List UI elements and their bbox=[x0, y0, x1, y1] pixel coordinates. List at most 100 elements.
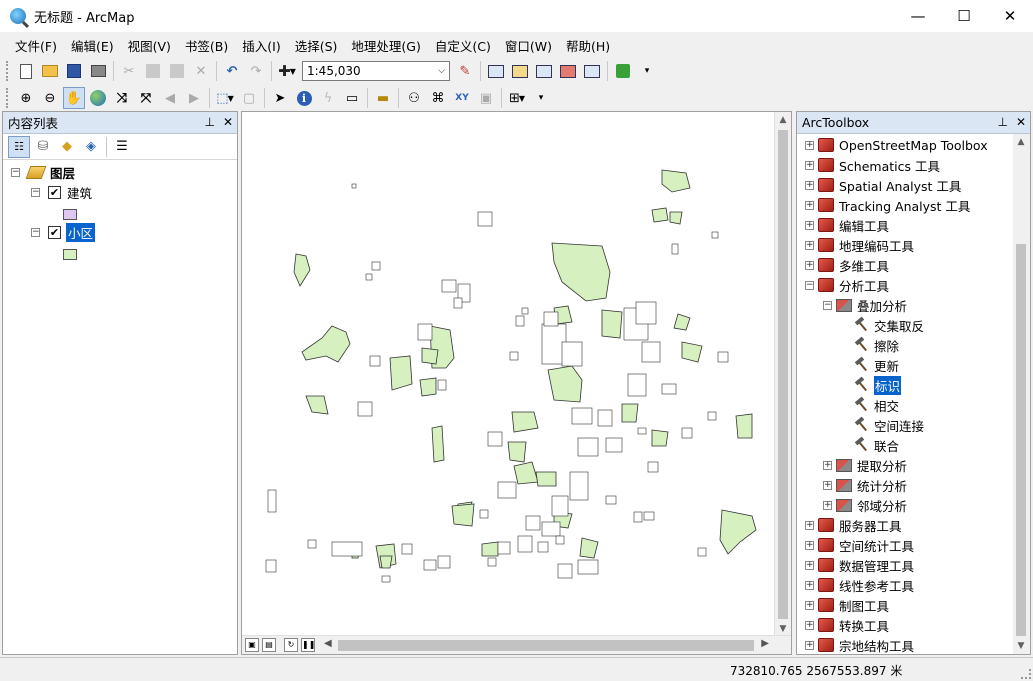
toc-options-button[interactable]: ☰ bbox=[111, 136, 133, 158]
find-button[interactable]: ⚇ bbox=[403, 87, 425, 109]
select-features-button[interactable]: ⬚ ▼ bbox=[214, 87, 236, 109]
catalog-window-button[interactable] bbox=[509, 60, 531, 82]
search-window-button[interactable] bbox=[533, 60, 555, 82]
menu-windows[interactable]: 窗口(W) bbox=[498, 36, 559, 55]
toolbox-tree-item[interactable]: + 宗地结构工具 bbox=[805, 635, 914, 654]
hyperlink-button[interactable]: ϟ bbox=[317, 87, 339, 109]
vertical-scroll-thumb[interactable] bbox=[778, 130, 788, 619]
menu-view[interactable]: 视图(V) bbox=[121, 36, 178, 55]
fixed-zoom-in-button[interactable]: ⤨ bbox=[111, 87, 133, 109]
collapse-icon[interactable]: − bbox=[31, 187, 40, 197]
expand-icon[interactable]: + bbox=[805, 160, 814, 170]
print-button[interactable] bbox=[87, 60, 109, 82]
clear-selection-button[interactable]: ▢ bbox=[238, 87, 260, 109]
scroll-up-arrow-icon[interactable]: ▲ bbox=[775, 115, 791, 125]
new-document-button[interactable] bbox=[15, 60, 37, 82]
scroll-down-arrow-icon[interactable]: ▼ bbox=[1013, 641, 1029, 651]
toolbox-tree-item[interactable]: + 数据管理工具 bbox=[805, 555, 914, 575]
expand-icon[interactable]: + bbox=[823, 480, 832, 490]
menu-selection[interactable]: 选择(S) bbox=[288, 36, 345, 55]
delete-button[interactable]: ✕ bbox=[190, 60, 212, 82]
collapse-icon[interactable]: − bbox=[805, 280, 814, 290]
toolbox-tree-item[interactable]: + 编辑工具 bbox=[805, 215, 889, 235]
expand-icon[interactable]: + bbox=[805, 180, 814, 190]
python-window-button[interactable] bbox=[581, 60, 603, 82]
resize-grip-icon[interactable] bbox=[1021, 669, 1031, 679]
expand-icon[interactable]: + bbox=[823, 500, 832, 510]
identify-button[interactable]: i bbox=[293, 87, 315, 109]
menu-customize[interactable]: 自定义(C) bbox=[428, 36, 498, 55]
map-scale-combobox[interactable]: 1:45,030 ⌵ bbox=[302, 61, 450, 81]
district-symbol-swatch[interactable] bbox=[63, 248, 77, 260]
building-symbol-swatch[interactable] bbox=[63, 208, 77, 220]
full-extent-button[interactable] bbox=[87, 87, 109, 109]
scroll-left-arrow-icon[interactable]: ◀ bbox=[324, 638, 332, 649]
expand-icon[interactable]: + bbox=[805, 620, 814, 630]
fixed-zoom-out-button[interactable]: ⤧ bbox=[135, 87, 157, 109]
zoom-out-button[interactable]: ⊖ bbox=[39, 87, 61, 109]
close-button[interactable]: ✕ bbox=[987, 0, 1033, 32]
toolbar-grip[interactable] bbox=[6, 88, 10, 108]
layers-root-row[interactable]: − 图层 bbox=[11, 163, 75, 181]
list-by-drawing-order-button[interactable]: ☷ bbox=[8, 135, 30, 158]
toolbox-tree-item[interactable]: + 地理编码工具 bbox=[805, 235, 914, 255]
toolbox-tree-item[interactable]: + 服务器工具 bbox=[805, 515, 902, 535]
toolbar-options-button[interactable]: ▾ bbox=[636, 60, 658, 82]
expand-icon[interactable]: + bbox=[805, 560, 814, 570]
list-by-visibility-button[interactable]: ◆ bbox=[56, 136, 78, 158]
pan-button[interactable]: ✋ bbox=[63, 87, 85, 109]
toolbox-tree-item[interactable]: 标识 bbox=[843, 375, 902, 395]
collapse-icon[interactable]: − bbox=[11, 167, 20, 177]
toolbox-tree-item[interactable]: 擦除 bbox=[843, 335, 899, 355]
list-by-selection-button[interactable]: ◈ bbox=[80, 136, 102, 158]
toolbox-tree-item[interactable]: + 空间统计工具 bbox=[805, 535, 914, 555]
toolbox-tree-item[interactable]: 空间连接 bbox=[843, 415, 924, 435]
menu-geoprocessing[interactable]: 地理处理(G) bbox=[344, 36, 427, 55]
menu-help[interactable]: 帮助(H) bbox=[559, 36, 617, 55]
layer-row-building[interactable]: − ✔ 建筑 bbox=[31, 183, 92, 201]
expand-icon[interactable]: + bbox=[805, 520, 814, 530]
copy-button[interactable] bbox=[142, 60, 164, 82]
arctoolbox-close-icon[interactable]: ✕ bbox=[1016, 115, 1026, 129]
map-canvas[interactable] bbox=[242, 112, 774, 636]
table-of-contents-window-button[interactable] bbox=[485, 60, 507, 82]
modelbuilder-button[interactable] bbox=[612, 60, 634, 82]
menu-insert[interactable]: 插入(I) bbox=[235, 36, 287, 55]
horizontal-scroll-thumb[interactable] bbox=[338, 640, 754, 651]
menu-edit[interactable]: 编辑(E) bbox=[64, 36, 121, 55]
toolbox-tree-item[interactable]: + 邻域分析 bbox=[823, 495, 907, 515]
toolbar-grip[interactable] bbox=[6, 61, 10, 81]
toolbox-tree-item[interactable]: + 统计分析 bbox=[823, 475, 907, 495]
expand-icon[interactable]: + bbox=[805, 220, 814, 230]
arctoolbox-scrollbar[interactable]: ▲ ▼ bbox=[1013, 134, 1030, 654]
map-vertical-scrollbar[interactable]: ▲ ▼ bbox=[774, 112, 791, 637]
refresh-view-button[interactable]: ↻ bbox=[284, 638, 298, 652]
expand-icon[interactable]: + bbox=[805, 240, 814, 250]
time-slider-button[interactable]: ▣ bbox=[475, 87, 497, 109]
menu-file[interactable]: 文件(F) bbox=[8, 36, 64, 55]
paste-button[interactable] bbox=[166, 60, 188, 82]
menu-bookmarks[interactable]: 书签(B) bbox=[178, 36, 235, 55]
go-to-xy-button[interactable]: XY bbox=[451, 87, 473, 109]
collapse-icon[interactable]: − bbox=[31, 227, 40, 237]
arctoolbox-window-button[interactable] bbox=[557, 60, 579, 82]
redo-button[interactable]: ↷ bbox=[245, 60, 267, 82]
undo-button[interactable]: ↶ bbox=[221, 60, 243, 82]
scroll-up-arrow-icon[interactable]: ▲ bbox=[1013, 137, 1029, 147]
cut-button[interactable]: ✂ bbox=[118, 60, 140, 82]
list-by-source-button[interactable]: ⛁ bbox=[32, 136, 54, 158]
scroll-right-arrow-icon[interactable]: ▶ bbox=[761, 638, 769, 649]
layer-visibility-checkbox[interactable]: ✔ bbox=[48, 185, 61, 199]
layer-visibility-checkbox[interactable]: ✔ bbox=[48, 225, 61, 239]
toolbox-tree-item[interactable]: + OpenStreetMap Toolbox bbox=[805, 135, 988, 155]
expand-icon[interactable]: + bbox=[805, 140, 814, 150]
toolbox-tree-item[interactable]: − 分析工具 bbox=[805, 275, 889, 295]
expand-icon[interactable]: + bbox=[823, 460, 832, 470]
viewer-window-button[interactable]: ⊞ ▼ bbox=[506, 87, 528, 109]
toolbox-tree-item[interactable]: + Spatial Analyst 工具 bbox=[805, 175, 961, 195]
save-button[interactable] bbox=[63, 60, 85, 82]
expand-icon[interactable]: + bbox=[805, 640, 814, 650]
scroll-down-arrow-icon[interactable]: ▼ bbox=[775, 624, 791, 634]
open-button[interactable] bbox=[39, 60, 61, 82]
html-popup-button[interactable]: ▭ bbox=[341, 87, 363, 109]
